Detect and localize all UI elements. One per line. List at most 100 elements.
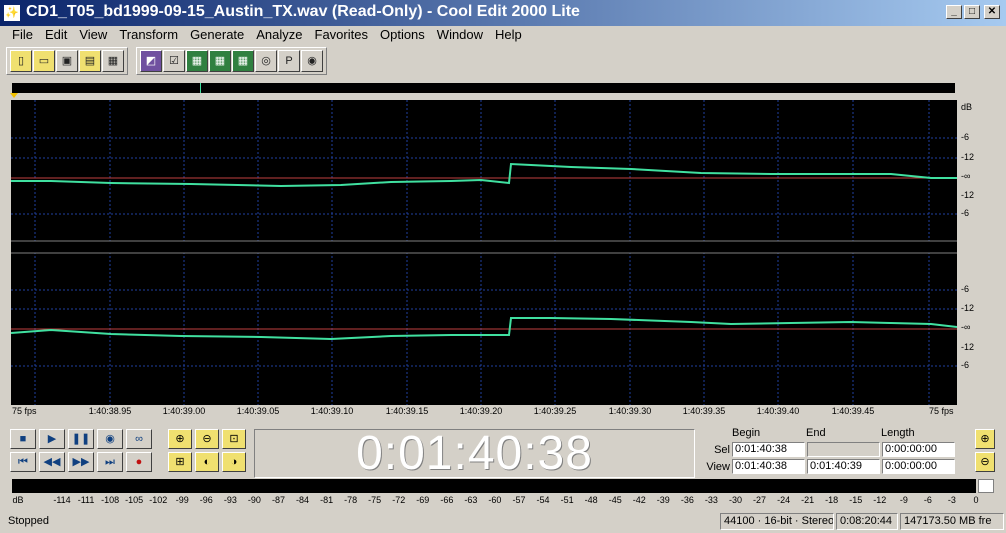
meter-tick: -111 (77, 495, 95, 505)
sel-label: Sel (714, 444, 730, 456)
zoom-out-icon[interactable]: ⊖ (195, 429, 219, 449)
menu-edit[interactable]: Edit (39, 26, 73, 44)
time-ruler-end: 75 fps (929, 406, 954, 416)
close-button[interactable]: ✕ (984, 5, 1000, 19)
meter-tick: -33 (704, 495, 718, 505)
file-toolbar-group: ▯ ▭ ▣ ▤ ▦ (6, 47, 128, 75)
page-icon[interactable]: P (278, 50, 300, 72)
meter-tick: -72 (392, 495, 406, 505)
view-label: View (706, 461, 730, 473)
maximize-button[interactable]: □ (964, 5, 980, 19)
meter-tick: -102 (149, 495, 168, 505)
close-file-icon[interactable]: ▦ (102, 50, 124, 72)
meter-tick: -27 (753, 495, 767, 505)
time-tick: 1:40:39.25 (533, 406, 577, 416)
vertical-zoom-out-icon[interactable]: ⊖ (975, 452, 995, 472)
waveform-view-icon[interactable]: ◩ (140, 50, 162, 72)
menu-bar: File Edit View Transform Generate Analyz… (0, 26, 1006, 44)
pause-icon[interactable]: ❚❚ (68, 429, 94, 449)
menu-analyze[interactable]: Analyze (250, 26, 308, 44)
playlist-icon[interactable]: ▦ (232, 50, 254, 72)
view-toolbar-group: ◩ ☑ ▦ ▦ ▦ ◎ P ◉ (136, 47, 327, 75)
zoom-in-icon[interactable]: ⊕ (168, 429, 192, 449)
cd-icon[interactable]: ◉ (301, 50, 323, 72)
window-title: CD1_T05_bd1999-09-15_Austin_TX.wav (Read… (26, 3, 580, 20)
meter-tick: -48 (584, 495, 598, 505)
meter-tick: -66 (440, 495, 454, 505)
meter-tick: -30 (728, 495, 742, 505)
minimize-button[interactable]: _ (946, 5, 962, 19)
sel-length-field[interactable]: 0:00:00:00 (882, 442, 955, 457)
play-looped-icon[interactable]: ◉ (97, 429, 123, 449)
play-icon[interactable]: ▶ (39, 429, 65, 449)
selection-view-panel: Begin End Length Sel View 0:01:40:38 0:0… (700, 427, 960, 479)
time-ruler[interactable]: 75 fps 1:40:38.95 1:40:39.00 1:40:39.05 … (11, 405, 957, 419)
vertical-zoom-in-icon[interactable]: ⊕ (975, 429, 995, 449)
play-to-end-icon[interactable]: ∞ (126, 429, 152, 449)
meter-tick: -51 (560, 495, 574, 505)
menu-file[interactable]: File (6, 26, 39, 44)
menu-generate[interactable]: Generate (184, 26, 250, 44)
time-tick: 1:40:39.20 (459, 406, 503, 416)
overview-bar[interactable] (12, 83, 955, 93)
fast-forward-icon[interactable]: ▶▶ (68, 452, 94, 472)
menu-view[interactable]: View (73, 26, 113, 44)
menu-options[interactable]: Options (374, 26, 431, 44)
meter-tick: -21 (801, 495, 815, 505)
save-icon[interactable]: ▣ (56, 50, 78, 72)
view-begin-field[interactable]: 0:01:40:38 (732, 459, 805, 474)
meter-tick: -99 (175, 495, 189, 505)
meter-tick: -81 (320, 495, 334, 505)
length-header: Length (881, 427, 915, 439)
zoom-right-icon[interactable]: ◑ (222, 452, 246, 472)
checkbox-icon[interactable]: ☑ (163, 50, 185, 72)
meter-tick: -60 (488, 495, 502, 505)
menu-help[interactable]: Help (489, 26, 528, 44)
menu-window[interactable]: Window (431, 26, 489, 44)
new-file-icon[interactable]: ▯ (10, 50, 32, 72)
time-tick: 1:40:39.10 (310, 406, 354, 416)
channel-separator (11, 241, 957, 253)
menu-favorites[interactable]: Favorites (309, 26, 374, 44)
zoom-left-icon[interactable]: ◐ (195, 452, 219, 472)
status-free-space: 147173.50 MB fre (900, 513, 1004, 530)
level-meter-scale: dB -114 -111 -108 -105 -102 -99 -96 -93 -90 -87 -8… (12, 495, 982, 507)
go-to-end-icon[interactable]: ⏭ (97, 452, 123, 472)
app-icon[interactable]: ✨ (4, 5, 20, 21)
waveform-display[interactable] (11, 100, 957, 405)
view-end-field[interactable]: 0:01:40:39 (807, 459, 880, 474)
title-bar: ✨ CD1_T05_bd1999-09-15_Austin_TX.wav (Re… (0, 0, 1006, 26)
sel-begin-field[interactable]: 0:01:40:38 (732, 442, 805, 457)
vertical-zoom-controls: ⊕ ⊖ (975, 429, 995, 472)
menu-transform[interactable]: Transform (113, 26, 184, 44)
open-file-icon[interactable]: ▭ (33, 50, 55, 72)
meter-tick: -15 (849, 495, 863, 505)
save-all-icon[interactable]: ▤ (79, 50, 101, 72)
db-tick: -6 (961, 360, 970, 370)
meter-tick: -6 (923, 495, 932, 505)
zoom-to-selection-icon[interactable]: ⊞ (168, 452, 192, 472)
transport-controls: ■ ▶ ❚❚ ◉ ∞ ⏮ ◀◀ ▶▶ ⏭ ● (10, 429, 152, 472)
meter-tick: -39 (656, 495, 670, 505)
zoom-doc-icon[interactable]: ◎ (255, 50, 277, 72)
cue-list-icon[interactable]: ▦ (209, 50, 231, 72)
go-to-start-icon[interactable]: ⏮ (10, 452, 36, 472)
record-icon[interactable]: ● (126, 452, 152, 472)
level-meter-peak-indicator[interactable] (978, 479, 994, 493)
time-tick: 1:40:39.40 (756, 406, 800, 416)
meter-tick: -9 (899, 495, 908, 505)
meter-tick: -18 (825, 495, 839, 505)
multitrack-icon[interactable]: ▦ (186, 50, 208, 72)
sel-end-field[interactable] (807, 442, 880, 457)
waveform-canvas (11, 100, 957, 405)
stop-icon[interactable]: ■ (10, 429, 36, 449)
zoom-full-icon[interactable]: ⊡ (222, 429, 246, 449)
meter-tick: -63 (464, 495, 478, 505)
db-scale: dB -6 -12 -∞ -12 -6 -6 -12 -∞ -12 -6 (957, 100, 996, 405)
meter-tick: -3 (947, 495, 956, 505)
zoom-controls: ⊕ ⊖ ⊡ ⊞ ◐ ◑ (168, 429, 246, 472)
rewind-icon[interactable]: ◀◀ (39, 452, 65, 472)
playhead-marker-icon[interactable] (10, 93, 18, 98)
view-length-field[interactable]: 0:00:00:00 (882, 459, 955, 474)
status-format: 44100 · 16-bit · Stereo (720, 513, 834, 530)
